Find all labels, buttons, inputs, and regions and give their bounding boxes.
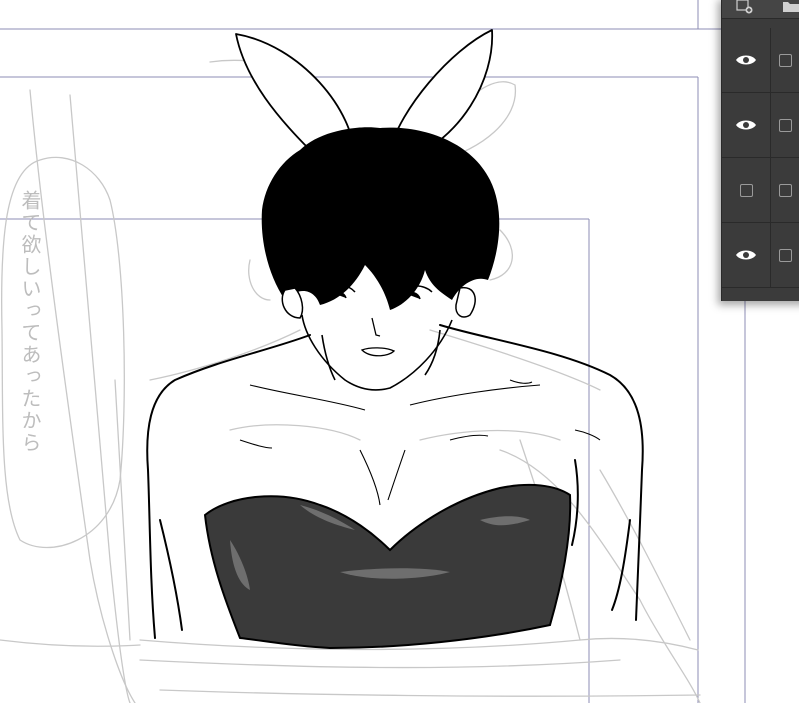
new-layer-icon[interactable] — [736, 0, 754, 14]
layer-visibility-toggle[interactable] — [722, 223, 771, 287]
layer-panel-toolbar — [722, 0, 799, 19]
eye-icon — [736, 120, 756, 130]
layer-row[interactable] — [722, 93, 799, 158]
drawing-app-window: 着て欲しいってあったから — [0, 0, 799, 703]
layer-checkbox[interactable] — [779, 118, 792, 132]
hidden-visibility-checkbox[interactable] — [739, 183, 753, 197]
layer-lock-cell[interactable] — [771, 28, 799, 92]
layer-checkbox[interactable] — [779, 53, 792, 67]
layer-visibility-toggle[interactable] — [722, 158, 771, 222]
layer-checkbox[interactable] — [779, 248, 792, 262]
hair — [261, 127, 500, 310]
layer-row[interactable] — [722, 223, 799, 288]
layer-checkbox[interactable] — [779, 183, 792, 197]
canvas-note-text: 着て欲しいってあったから — [18, 190, 42, 454]
layer-row[interactable] — [722, 28, 799, 93]
layer-visibility-toggle[interactable] — [722, 93, 771, 157]
eye-icon — [736, 55, 756, 65]
drawing-canvas[interactable]: 着て欲しいってあったから — [0, 0, 799, 703]
eye-icon — [736, 250, 756, 260]
layer-visibility-toggle[interactable] — [722, 28, 771, 92]
canvas-artwork: 着て欲しいってあったから — [0, 0, 799, 703]
new-folder-icon[interactable] — [782, 0, 799, 14]
nose-mouth — [360, 317, 396, 357]
bunny-suit — [203, 483, 572, 650]
layer-panel — [721, 0, 799, 301]
neck — [321, 329, 441, 381]
layer-lock-cell[interactable] — [771, 158, 799, 222]
layer-lock-cell[interactable] — [771, 93, 799, 157]
face-outline — [301, 314, 453, 391]
layer-row[interactable] — [722, 158, 799, 223]
layer-lock-cell[interactable] — [771, 223, 799, 287]
